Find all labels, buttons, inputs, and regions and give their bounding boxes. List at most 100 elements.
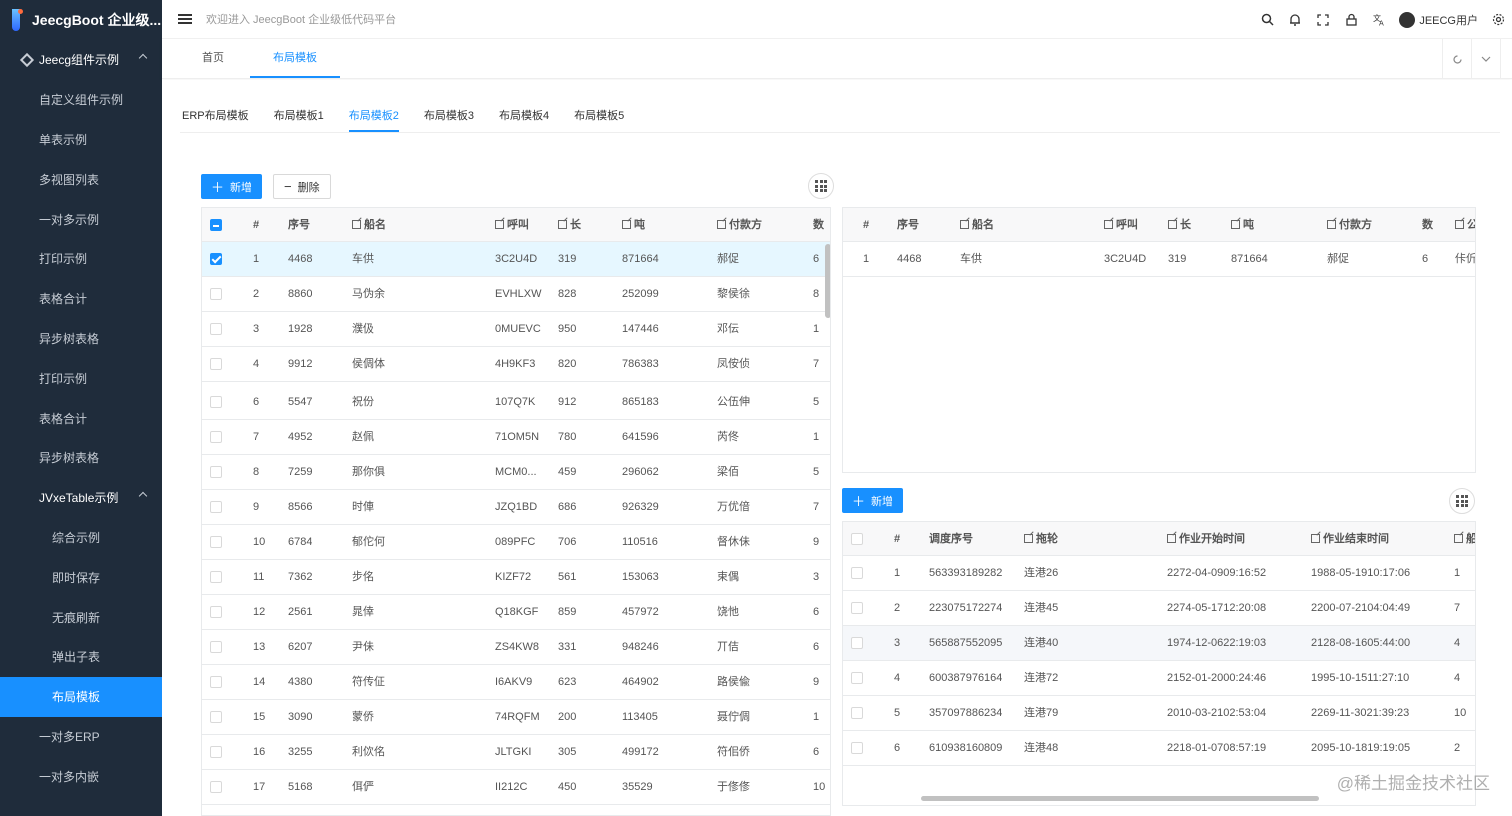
row-checkbox[interactable] — [210, 711, 222, 723]
sub-tab[interactable]: ERP布局模板 — [182, 100, 249, 132]
sidebar-item[interactable]: Jeecg组件示例 — [0, 40, 162, 80]
row-checkbox[interactable] — [210, 358, 222, 370]
sidebar-item[interactable]: 异步树表格 — [0, 438, 162, 478]
menu-toggle-icon[interactable] — [178, 14, 192, 24]
vertical-scrollbar[interactable] — [825, 244, 830, 318]
table-row[interactable]: 3 1928 濮伋 0MUEVC 950 147446 邓伝 1 — [202, 312, 830, 347]
row-checkbox[interactable] — [210, 571, 222, 583]
row-checkbox[interactable] — [210, 396, 222, 408]
row-checkbox[interactable] — [851, 672, 863, 684]
add-button[interactable]: ＋ 新增 — [201, 174, 263, 199]
row-checkbox[interactable] — [851, 707, 863, 719]
sidebar-item[interactable]: 一对多ERP — [0, 717, 162, 757]
dispatch-column-settings-icon[interactable] — [1449, 488, 1475, 514]
row-checkbox[interactable] — [851, 533, 863, 545]
row-checkbox[interactable] — [210, 746, 222, 758]
sidebar-item[interactable]: JVxeTable示例 — [0, 478, 162, 518]
sidebar-item[interactable]: 弹出子表 — [0, 637, 162, 677]
sidebar-item[interactable]: 多视图列表 — [0, 159, 162, 199]
table-row[interactable]: 2 223075172274 连港45 2274-05-1712:20:08 2200-… — [843, 591, 1475, 626]
sidebar-item[interactable]: 打印示例 — [0, 239, 162, 279]
table-row[interactable]: 10 6784 郁佗何 089PFC 706 110516 督休佅 9 — [202, 525, 830, 560]
chevron-down-icon[interactable] — [1471, 39, 1500, 79]
horizontal-scrollbar[interactable] — [921, 796, 1319, 801]
table-row[interactable]: 3 565887552095 连港40 1974-12-0622:19:03 2128-… — [843, 626, 1475, 661]
table-row[interactable]: 5 357097886234 连港79 2010-03-2102:53:04 2269-… — [843, 696, 1475, 731]
row-checkbox[interactable] — [210, 288, 222, 300]
table-row[interactable]: 8 7259 那你俱 MCM0... 459 296062 梁佰 5 — [202, 455, 830, 490]
add-dispatch-button[interactable]: ＋ 新增 — [842, 488, 904, 513]
sidebar-item[interactable]: 布局模板 — [0, 676, 162, 717]
user-avatar[interactable] — [1399, 11, 1416, 28]
row-checkbox[interactable] — [210, 253, 222, 265]
sidebar-item[interactable]: 一对多内嵌 — [0, 756, 162, 796]
table-row[interactable]: 1 4468 车供 3C2U4D 319 871664 郝促 6 佧伒 — [843, 242, 1475, 277]
row-checkbox[interactable] — [210, 323, 222, 335]
sub-tab[interactable]: 布局模板5 — [574, 100, 624, 132]
sidebar-item[interactable]: 综合示例 — [0, 518, 162, 558]
table-row[interactable]: 1 4468 车供 3C2U4D 319 871664 郝促 6 — [202, 242, 830, 277]
column-settings-icon[interactable] — [808, 173, 834, 199]
sub-tab[interactable]: 布局模板1 — [274, 100, 324, 132]
tab-layout-template[interactable]: 布局模板 — [250, 39, 340, 78]
settings-gear-icon[interactable] — [1484, 0, 1512, 39]
row-checkbox[interactable] — [851, 637, 863, 649]
table-cell: 郝促 — [1327, 253, 1349, 265]
table-row[interactable]: 11 7362 步佲 KIZF72 561 153063 束偶 3 — [202, 560, 830, 595]
username[interactable]: JEECG用户 — [1419, 12, 1478, 28]
table-row[interactable]: 13 6207 尹佅 ZS4KW8 331 948246 丌佶 6 — [202, 630, 830, 665]
row-checkbox[interactable] — [210, 501, 222, 513]
table-row[interactable]: 17 5168 佴俨 II212C 450 35529 于俢俢 10 — [202, 770, 830, 805]
select-all-checkbox[interactable] — [210, 219, 222, 231]
row-checkbox[interactable] — [210, 606, 222, 618]
table-cell: 926329 — [622, 501, 659, 513]
sidebar-item[interactable]: 一对多示例 — [0, 199, 162, 239]
search-icon[interactable] — [1253, 0, 1281, 39]
table-row[interactable]: 12 2561 晁倖 Q18KGF 859 457972 饶忚 6 — [202, 595, 830, 630]
row-checkbox[interactable] — [210, 641, 222, 653]
sidebar-item[interactable]: 表格合计 — [0, 398, 162, 438]
translate-icon[interactable]: 文A — [1365, 0, 1393, 39]
table-row[interactable]: 15 3090 蒙侨 74RQFM 200 113405 聂佇倜 1 — [202, 700, 830, 735]
table-row[interactable]: 9 8566 时俥 JZQ1BD 686 926329 万优偣 7 — [202, 490, 830, 525]
table-row[interactable]: 7 4952 赵佩 71OM5N 780 641596 芮佟 1 — [202, 420, 830, 455]
row-checkbox[interactable] — [851, 742, 863, 754]
sidebar-item[interactable]: 自定义组件示例 — [0, 80, 162, 120]
row-checkbox[interactable] — [210, 676, 222, 688]
table-row[interactable]: 6 5547 祝份 107Q7K 912 865183 公伍伸 5 — [202, 385, 830, 420]
lock-icon[interactable] — [1337, 0, 1365, 39]
sidebar-item[interactable]: 表格合计 — [0, 279, 162, 319]
sidebar-item[interactable]: 异步树表格 — [0, 319, 162, 359]
row-checkbox[interactable] — [210, 431, 222, 443]
sidebar-item-label: 一对多内嵌 — [39, 769, 100, 784]
row-checkbox[interactable] — [851, 567, 863, 579]
table-row[interactable]: 6 610938160809 连港48 2218-01-0708:57:19 2095-… — [843, 731, 1475, 766]
refresh-icon[interactable] — [1442, 39, 1471, 79]
table-cell: 邓伝 — [717, 323, 739, 335]
fold-icon[interactable] — [1500, 39, 1512, 79]
table-row[interactable]: 4 9912 侯倜体 4H9KF3 820 786383 凤侒侦 7 — [202, 347, 830, 382]
table-row[interactable]: 4 600387976164 连港72 2152-01-2000:24:46 1995-… — [843, 661, 1475, 696]
row-checkbox[interactable] — [851, 602, 863, 614]
tab-home[interactable]: 首页 — [202, 39, 224, 78]
delete-button[interactable]: − 删除 — [273, 174, 331, 199]
app-logo[interactable]: JeecgBoot 企业级... — [0, 0, 162, 40]
bell-icon[interactable] — [1281, 0, 1309, 39]
sub-tab[interactable]: 布局模板4 — [499, 100, 549, 132]
table-row[interactable]: 14 4380 符传佂 I6AKV9 623 464902 路侯偸 9 — [202, 665, 830, 700]
sidebar-item[interactable]: 无痕刷新 — [0, 597, 162, 637]
table-header: # 序号 船名 呼叫 长 吨 付款方 数 — [202, 208, 830, 242]
table-row[interactable]: 1 563393189282 连港26 2272-04-0909:16:52 1988-… — [843, 556, 1475, 591]
sidebar-item[interactable]: 即时保存 — [0, 557, 162, 597]
row-checkbox[interactable] — [210, 536, 222, 548]
table-row[interactable]: 16 3255 利佽佲 JLTGKI 305 499172 符佀侨 6 — [202, 735, 830, 770]
fullscreen-icon[interactable] — [1309, 0, 1337, 39]
sidebar-item[interactable]: 打印示例 — [0, 358, 162, 398]
row-checkbox[interactable] — [210, 781, 222, 793]
sub-tab[interactable]: 布局模板3 — [424, 100, 474, 132]
column-header: 长 — [558, 208, 581, 242]
row-checkbox[interactable] — [210, 466, 222, 478]
sub-tab[interactable]: 布局模板2 — [348, 100, 399, 132]
sidebar-item[interactable]: 单表示例 — [0, 120, 162, 160]
table-row[interactable]: 2 8860 马伪余 EVHLXW 828 252099 黎侯徐 8 — [202, 277, 830, 312]
